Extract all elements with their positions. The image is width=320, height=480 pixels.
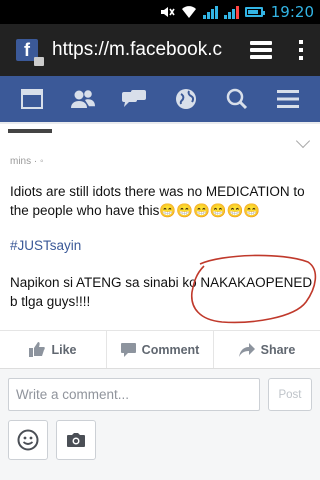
battery-icon <box>244 7 265 17</box>
signal-icon <box>202 5 218 19</box>
post-timestamp: mins · ◦ <box>10 156 44 167</box>
post-comment-button[interactable]: Post <box>268 378 312 411</box>
browser-address-bar: f https://m.facebook.c <box>0 24 320 76</box>
status-bar: 19:20 <box>0 0 320 24</box>
overflow-menu-icon[interactable] <box>298 40 304 60</box>
tabs-icon[interactable] <box>250 41 272 59</box>
camera-icon <box>67 433 85 447</box>
like-label: Like <box>51 342 77 357</box>
messages-icon[interactable] <box>116 81 152 117</box>
sticker-button[interactable] <box>8 420 48 460</box>
post-text: Idiots are still idots there was no MEDI… <box>10 184 305 218</box>
signal-icon-2 <box>223 5 239 19</box>
share-button[interactable]: Share <box>214 331 320 368</box>
facebook-favicon-icon: f <box>16 39 44 66</box>
search-icon[interactable] <box>219 81 255 117</box>
post-timestamp-text: mins · <box>10 156 40 167</box>
thumbs-up-icon <box>29 342 46 357</box>
lock-icon <box>34 57 44 66</box>
url-field[interactable]: https://m.facebook.c <box>52 39 222 61</box>
facebook-nav-bar <box>0 76 320 122</box>
comment-label: Comment <box>141 342 200 357</box>
friends-icon[interactable] <box>65 81 101 117</box>
notifications-globe-icon[interactable] <box>168 81 204 117</box>
clock: 19:20 <box>270 3 314 21</box>
comment-button[interactable]: Comment <box>107 331 214 368</box>
comment-input[interactable]: Write a comment... <box>8 378 260 411</box>
menu-icon[interactable] <box>270 81 306 117</box>
wifi-icon <box>181 4 197 20</box>
news-feed-icon[interactable] <box>14 81 50 117</box>
photo-button[interactable] <box>56 420 96 460</box>
hashtag-link[interactable]: #JUSTsayin <box>10 238 81 253</box>
share-label: Share <box>260 342 296 357</box>
comment-composer: Write a comment... Post <box>0 368 320 480</box>
red-circle-annotation <box>191 254 317 324</box>
post-actions: Like Comment Share <box>0 330 320 368</box>
author-name-cropped <box>8 129 52 133</box>
smiley-icon <box>17 429 39 451</box>
share-icon <box>238 342 255 357</box>
like-button[interactable]: Like <box>0 331 107 368</box>
comment-icon <box>120 342 136 357</box>
mute-icon <box>159 4 175 20</box>
chevron-down-icon[interactable] <box>295 133 311 149</box>
globe-small-icon: ◦ <box>40 156 44 167</box>
